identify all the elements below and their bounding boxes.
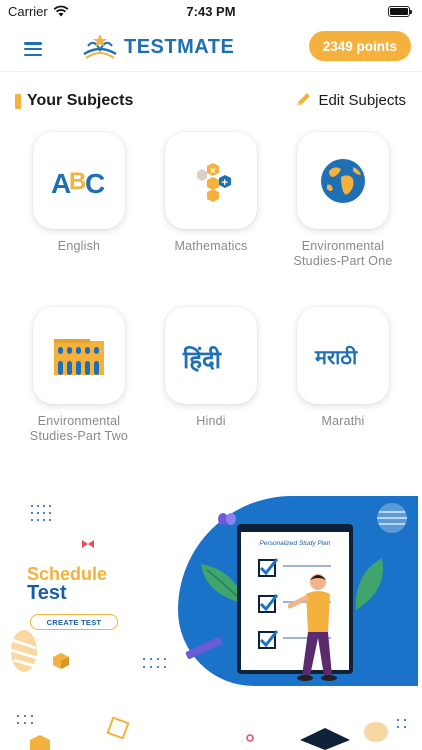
butterfly-decoration-icon: [218, 513, 236, 525]
marathi-script-icon: मराठी: [314, 345, 358, 369]
nav-bar: TESTMATE 2349 points: [0, 22, 422, 72]
dot-grid-decoration: [31, 505, 51, 521]
pencil-decoration-icon: [185, 637, 223, 659]
subject-tile[interactable]: हिंदी: [165, 307, 257, 404]
colosseum-icon: [54, 338, 104, 375]
subjects-header: Your Subjects Edit Subjects: [0, 90, 422, 114]
cube-decoration-icon: [53, 653, 69, 669]
subject-tile[interactable]: [33, 307, 125, 404]
subject-hindi[interactable]: हिंदी Hindi: [151, 307, 271, 429]
battery-icon: [388, 5, 412, 17]
globe-icon: [321, 158, 365, 203]
status-left: Carrier: [8, 4, 69, 19]
banner-subtitle: Test: [27, 582, 67, 604]
subject-english[interactable]: A B C English: [19, 132, 139, 254]
section-title: Your Subjects: [27, 92, 134, 109]
leaves-decoration-right: [355, 558, 383, 610]
status-bar: Carrier 7:43 PM: [0, 0, 422, 22]
subject-label: Hindi: [196, 414, 226, 428]
edit-subjects-label: Edit Subjects: [318, 91, 406, 109]
subject-mathematics[interactable]: × + Mathematics: [151, 132, 271, 254]
book-star-logo-icon: [83, 34, 117, 59]
svg-text:×: ×: [210, 166, 216, 177]
next-banner-decorations: [17, 715, 406, 750]
subject-label: Environmental Studies-Part Two: [29, 414, 129, 443]
striped-circle-decoration: [377, 503, 407, 533]
study-plan-title: Personalized Study Plan: [259, 540, 331, 547]
subject-tile[interactable]: A B C: [33, 132, 125, 229]
subject-tile[interactable]: [297, 132, 389, 229]
striped-oval-decoration: [10, 630, 38, 672]
subject-label: English: [57, 239, 101, 253]
subject-label: Mathematics: [174, 239, 248, 253]
subject-tile[interactable]: × +: [165, 132, 257, 229]
subject-tile[interactable]: मराठी: [297, 307, 389, 404]
abc-letters-icon: A B C: [51, 168, 105, 199]
subject-evs-part-one[interactable]: Environmental Studies-Part One: [283, 132, 403, 269]
battery-fill: [390, 7, 408, 15]
svg-text:+: +: [222, 177, 228, 189]
svg-text:मराठी: मराठी: [314, 345, 358, 369]
person-illustration: [288, 574, 337, 681]
subject-label: Marathi: [321, 414, 365, 428]
svg-text:B: B: [69, 168, 86, 195]
app-name: TESTMATE: [124, 35, 235, 58]
banner-title: Schedule: [27, 564, 108, 584]
points-badge[interactable]: 2349 points: [308, 31, 411, 61]
schedule-test-banner[interactable]: Personalized Study Plan Schedule Test CR…: [0, 494, 422, 686]
hindi-script-icon: हिंदी: [182, 346, 222, 374]
subject-evs-part-two[interactable]: Environmental Studies-Part Two: [19, 307, 139, 444]
wifi-icon: [53, 5, 69, 17]
edit-subjects-button[interactable]: Edit Subjects: [294, 91, 406, 109]
svg-text:हिंदी: हिंदी: [182, 346, 222, 374]
math-hexagons-icon: × +: [197, 162, 231, 202]
subject-label: Environmental Studies-Part One: [293, 239, 393, 268]
subject-marathi[interactable]: मराठी Marathi: [283, 307, 403, 429]
hamburger-menu-icon[interactable]: [24, 42, 42, 56]
svg-text:C: C: [85, 168, 105, 199]
accent-bar: [15, 94, 21, 109]
dot-grid-decoration-bottom: [143, 658, 166, 668]
carrier-label: Carrier: [8, 3, 48, 19]
brand-logo: TESTMATE: [80, 32, 234, 62]
pencil-icon: [297, 93, 311, 106]
bowtie-decoration-icon: [82, 540, 94, 548]
create-test-button[interactable]: CREATE TEST: [30, 614, 118, 630]
